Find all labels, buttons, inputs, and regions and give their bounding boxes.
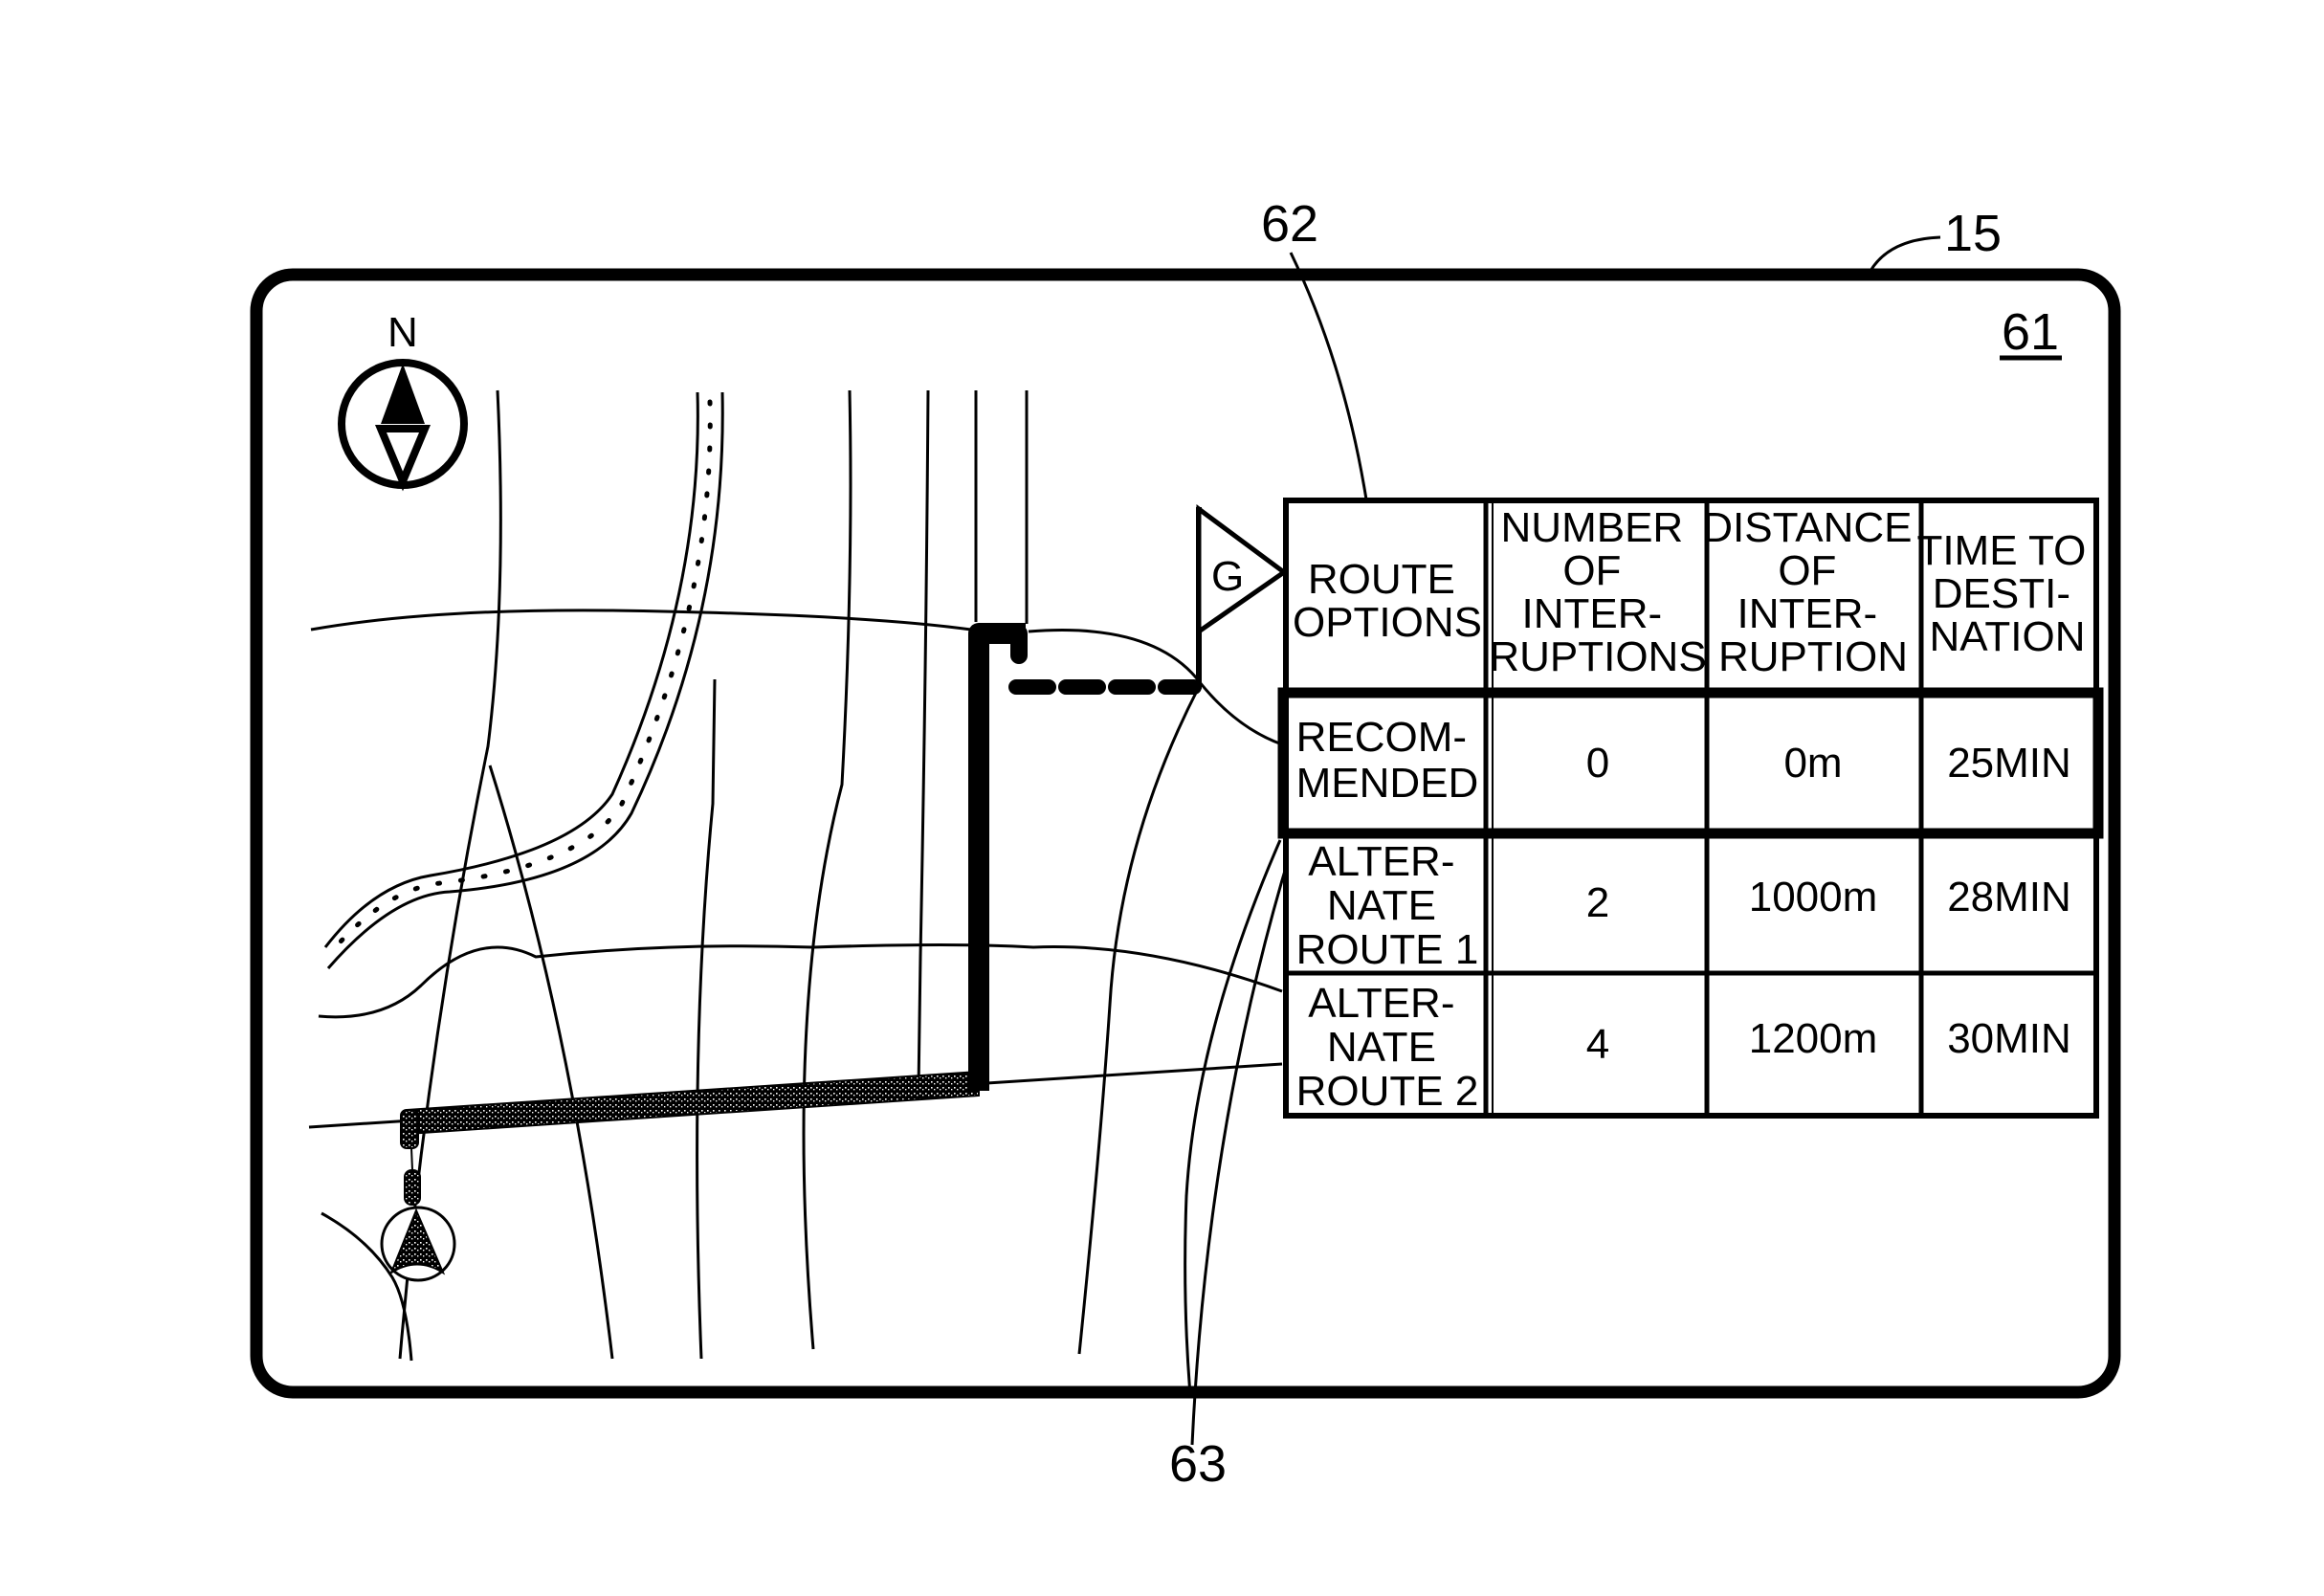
time-to-destination: 25MIN: [1947, 740, 2071, 787]
interruptions-count: 0: [1586, 740, 1609, 787]
interruptions-count: 4: [1586, 1021, 1609, 1068]
header-time-to-destination: TIME TO DESTI- NATION: [1916, 527, 2097, 660]
route-start-stub: [400, 1109, 419, 1149]
route-options-table: ROUTE OPTIONS NUMBER OF INTER- RUPTIONS …: [1277, 498, 2104, 1119]
goal-flag-label: G: [1211, 553, 1244, 600]
map-road: [488, 765, 614, 1360]
reference-label-63: 63: [1169, 1435, 1227, 1493]
screen-reference-label-61: 61: [2002, 303, 2059, 361]
reference-label-62: 62: [1261, 195, 1318, 253]
interruptions-count: 2: [1586, 879, 1609, 926]
map-river: [323, 391, 699, 948]
header-route-options: ROUTE OPTIONS: [1293, 556, 1482, 646]
route-solid-segment: [968, 623, 1026, 1091]
map-roads: [308, 389, 1283, 1387]
leader-line-15: [1869, 235, 1941, 272]
vehicle-position-arrow-icon: [380, 1206, 456, 1282]
navigation-screen-figure: 62 15 63 61 N G ROUTE OPTIONS NUMBER OF …: [250, 195, 2121, 1493]
route-hatched-segment: [406, 1070, 980, 1136]
map-road: [318, 943, 1283, 1019]
time-to-destination: 28MIN: [1947, 874, 2071, 920]
leader-line-62: [1289, 252, 1368, 500]
route-start-link: [410, 1147, 413, 1171]
map-road: [917, 389, 930, 1092]
interruption-distance: 0m: [1783, 740, 1842, 787]
time-to-destination: 30MIN: [1947, 1015, 2071, 1062]
map-road: [802, 389, 852, 1350]
compass-north-label: N: [387, 309, 418, 356]
goal-flag-icon: G: [1196, 504, 1289, 689]
interruption-distance: 1000m: [1749, 874, 1878, 920]
route-start-dash: [404, 1169, 421, 1206]
route-option-name: RECOM- MENDED: [1296, 714, 1479, 807]
map-river: [326, 391, 724, 969]
reference-label-15: 15: [1944, 205, 2002, 262]
north-compass-icon: N: [338, 309, 468, 492]
map-road: [1077, 688, 1200, 1355]
map-road: [696, 678, 717, 1360]
interruption-distance: 1200m: [1749, 1015, 1878, 1062]
map-road: [310, 609, 972, 632]
